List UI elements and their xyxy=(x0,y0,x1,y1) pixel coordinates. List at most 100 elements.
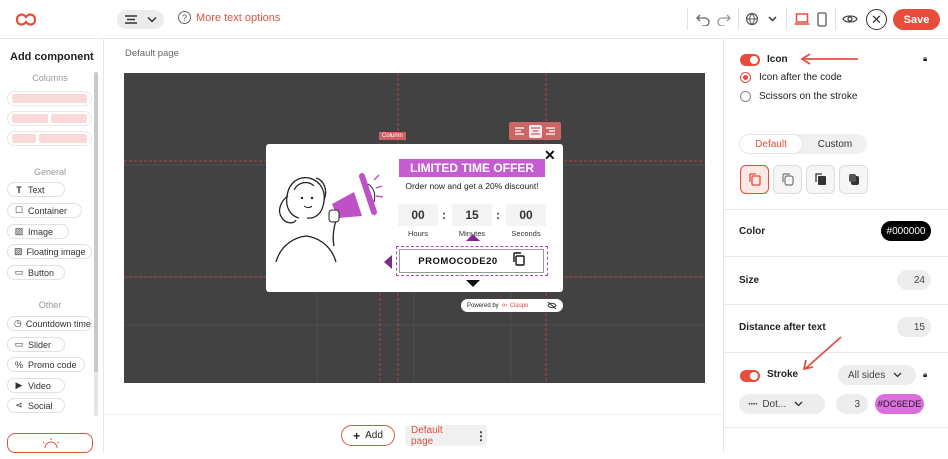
timer-sep: : xyxy=(442,208,446,222)
promo-code-text: PROMOCODE20 xyxy=(418,255,498,267)
icon-label: Icon xyxy=(767,54,788,65)
distance-input[interactable]: 15 xyxy=(897,317,931,337)
text-align-dropdown[interactable] xyxy=(117,10,164,29)
powered-by-badge: Powered by ∞ Claspo xyxy=(461,299,563,312)
tab-default[interactable]: Default xyxy=(739,134,803,154)
column-tag[interactable]: Column xyxy=(379,132,406,140)
undo-icon[interactable] xyxy=(694,9,712,29)
text-component[interactable]: T Text xyxy=(7,182,65,197)
save-button[interactable]: Save xyxy=(893,9,940,30)
desktop-view-icon[interactable] xyxy=(792,9,812,29)
hide-eye-icon[interactable] xyxy=(547,301,557,312)
more-text-options-link[interactable]: ? More text options xyxy=(178,11,280,24)
divider xyxy=(724,352,948,353)
divider xyxy=(738,8,739,30)
close-popup-button[interactable]: ✕ xyxy=(544,147,556,164)
promo-code-box[interactable]: PROMOCODE20 xyxy=(396,246,548,276)
language-dropdown[interactable] xyxy=(744,9,780,29)
panel-title: Add component xyxy=(10,51,94,63)
icon-toggle[interactable] xyxy=(740,54,760,66)
element-align-toolbar[interactable] xyxy=(509,122,561,140)
copy-style-3-icon[interactable] xyxy=(806,165,835,194)
resize-handle-up[interactable] xyxy=(466,234,480,241)
percent-icon: % xyxy=(14,359,23,370)
resize-handle-down[interactable] xyxy=(466,280,480,287)
align-right-icon[interactable] xyxy=(545,125,557,137)
dotted-line-icon: ···· xyxy=(748,398,758,410)
tab-custom[interactable]: Custom xyxy=(803,134,867,154)
page-selector[interactable]: Default page ⋮ xyxy=(405,425,487,447)
claspo-logo-icon[interactable] xyxy=(14,10,38,33)
more-text-options-label: More text options xyxy=(196,11,281,24)
copy-style-1-icon[interactable] xyxy=(740,165,769,194)
lock-icon[interactable]: 🔒︎ xyxy=(923,370,927,380)
two-column-layout[interactable] xyxy=(7,111,92,126)
top-toolbar: ? More text options ✕ Save xyxy=(0,0,948,39)
divider xyxy=(724,427,948,428)
slider-icon: ▭ xyxy=(14,339,24,349)
social-component[interactable]: ⋖ Social xyxy=(7,398,65,413)
button-component[interactable]: ▭ Button xyxy=(7,265,65,280)
preview-eye-icon[interactable] xyxy=(840,9,860,29)
promo-code-component[interactable]: % Promo code xyxy=(7,357,85,372)
timer-label-seconds: Seconds xyxy=(511,229,541,238)
scrollbar-thumb[interactable] xyxy=(94,72,98,372)
divider xyxy=(835,8,836,30)
offer-subline: Order now and get a 20% discount! xyxy=(405,181,539,191)
divider xyxy=(724,256,948,257)
extra-component-button[interactable] xyxy=(7,433,93,453)
slider-component[interactable]: ▭ Slider xyxy=(7,337,65,352)
columns-heading: Columns xyxy=(32,73,68,83)
more-vertical-icon[interactable]: ⋮ xyxy=(475,429,487,443)
timer-icon: ◷ xyxy=(14,318,22,328)
move-handle-left[interactable] xyxy=(384,255,392,269)
other-heading: Other xyxy=(38,300,62,310)
timer-minutes: 15 xyxy=(452,204,492,226)
timer-sep: : xyxy=(496,208,500,222)
scissors-radio[interactable] xyxy=(740,91,751,102)
color-swatch[interactable]: #000000 xyxy=(881,221,931,241)
general-heading: General xyxy=(33,167,67,177)
copy-icon[interactable] xyxy=(512,251,525,271)
icon-after-code-radio[interactable] xyxy=(740,72,751,83)
divider xyxy=(786,8,787,30)
icon-style-tabs: Default Custom xyxy=(739,134,867,154)
add-page-button[interactable]: + Add xyxy=(341,425,395,446)
properties-panel: Icon 🔒︎ Icon after the code Scissors on … xyxy=(723,39,948,452)
text-icon: T xyxy=(16,184,22,195)
page-bottom-bar: + Add Default page ⋮ xyxy=(105,414,723,452)
stroke-sides-dropdown[interactable]: All sides xyxy=(838,365,916,385)
copy-style-4-icon[interactable] xyxy=(839,165,868,194)
align-left-icon[interactable] xyxy=(514,125,526,137)
divider xyxy=(724,304,948,305)
divider xyxy=(724,209,948,210)
countdown-timer-component[interactable]: ◷ Countdown timer xyxy=(7,316,92,331)
image-component[interactable]: ▨ Image xyxy=(7,224,69,239)
uneven-column-layout[interactable] xyxy=(7,131,92,146)
close-editor-button[interactable]: ✕ xyxy=(866,9,887,30)
redo-icon[interactable] xyxy=(715,9,733,29)
offer-headline: LIMITED TIME OFFER xyxy=(399,159,545,177)
play-icon: ▶ xyxy=(15,380,23,390)
video-component[interactable]: ▶ Video xyxy=(7,378,65,393)
copy-style-2-icon[interactable] xyxy=(773,165,802,194)
icon-after-code-label: Icon after the code xyxy=(759,72,842,83)
lock-icon[interactable]: 🔒︎ xyxy=(923,54,927,64)
stroke-toggle[interactable] xyxy=(740,370,760,382)
preview-backdrop: ✕ LIMITED TIME OFFER Order now and get a… xyxy=(124,73,705,383)
editor-canvas: Default page ✕ LIMITED TIME OFFER Order … xyxy=(105,39,723,413)
image-icon: ▨ xyxy=(14,226,24,236)
align-center-icon[interactable] xyxy=(528,124,542,138)
promo-popup[interactable]: ✕ LIMITED TIME OFFER Order now and get a… xyxy=(266,144,563,292)
stroke-width-input[interactable]: 3 xyxy=(836,394,868,414)
stroke-color-swatch[interactable]: #DC6EDE xyxy=(875,394,924,414)
distance-label: Distance after text xyxy=(739,322,826,333)
size-input[interactable]: 24 xyxy=(897,270,931,290)
divider xyxy=(687,8,688,30)
container-component[interactable]: ☐ Container xyxy=(7,203,82,218)
mobile-view-icon[interactable] xyxy=(814,9,830,29)
panel-scrollbar[interactable] xyxy=(94,72,98,416)
one-column-layout[interactable] xyxy=(7,91,92,106)
stroke-style-dropdown[interactable]: ···· Dot... xyxy=(739,394,825,414)
floating-image-component[interactable]: ▨ Floating image xyxy=(7,244,92,259)
